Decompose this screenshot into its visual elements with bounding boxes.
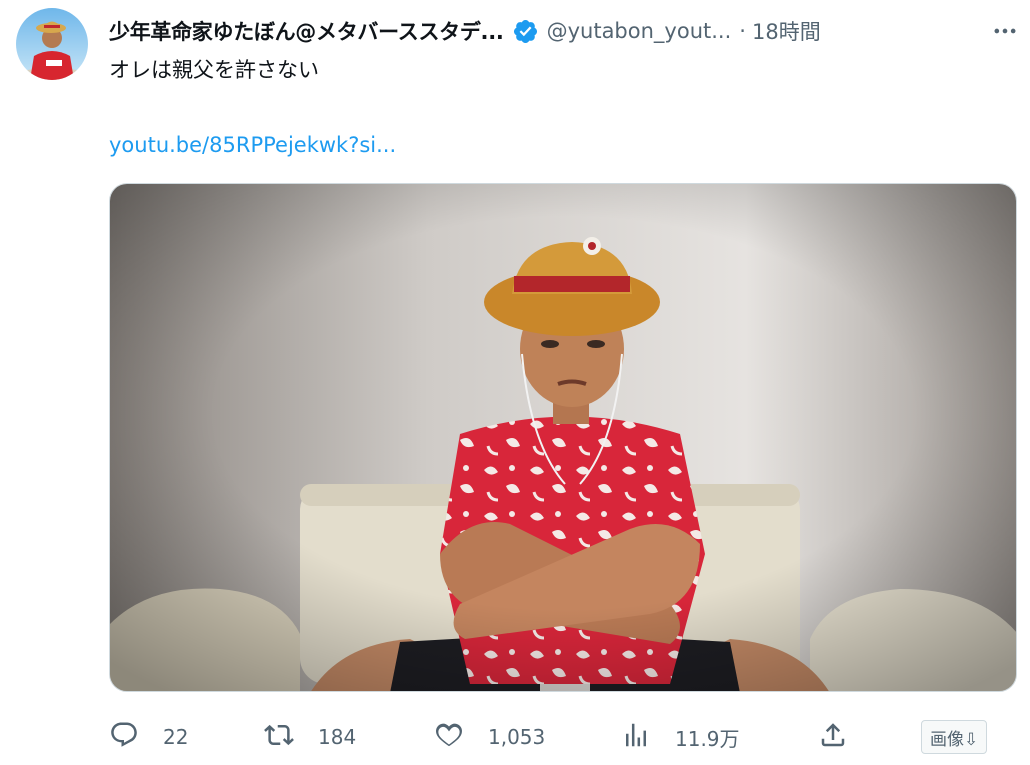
views-button[interactable]: 11.9万 — [621, 716, 740, 758]
timestamp-separator: · — [739, 19, 746, 43]
share-button[interactable] — [818, 716, 848, 758]
retweet-button[interactable]: 184 — [264, 716, 356, 758]
image-download-button[interactable]: 画像⇩ — [921, 720, 988, 754]
like-button[interactable]: 1,053 — [434, 716, 545, 758]
tweet-text: オレは親父を許さない — [109, 58, 319, 82]
views-chart-icon — [621, 720, 651, 754]
like-count: 1,053 — [488, 725, 546, 749]
tweet-timestamp[interactable]: 18時間 — [752, 16, 821, 46]
heart-icon — [434, 720, 464, 754]
reply-icon — [109, 720, 139, 754]
retweet-count: 184 — [318, 725, 357, 749]
avatar[interactable] — [16, 8, 88, 80]
share-icon — [818, 720, 848, 754]
tweet-image[interactable] — [109, 183, 1017, 692]
retweet-icon — [264, 720, 294, 754]
verified-badge-icon[interactable] — [512, 18, 539, 45]
reply-count: 22 — [163, 725, 189, 749]
author-handle[interactable]: @yutabon_yout... — [547, 19, 732, 43]
tweet-header: 少年革命家ゆたぼん@メタバーススタデ... @yutabon_yout... ·… — [109, 12, 1024, 50]
reply-button[interactable]: 22 — [109, 716, 188, 758]
tweet[interactable]: 少年革命家ゆたぼん@メタバーススタデ... @yutabon_yout... ·… — [0, 0, 1030, 765]
tweet-link[interactable]: youtu.be/85RPPejekwk?si... — [109, 130, 396, 160]
action-bar: 22 184 1,053 11.9万 画像⇩ — [109, 716, 1017, 758]
more-icon[interactable] — [988, 14, 1022, 48]
view-count: 11.9万 — [675, 726, 740, 751]
author-display-name[interactable]: 少年革命家ゆたぼん@メタバーススタデ... — [109, 16, 504, 46]
